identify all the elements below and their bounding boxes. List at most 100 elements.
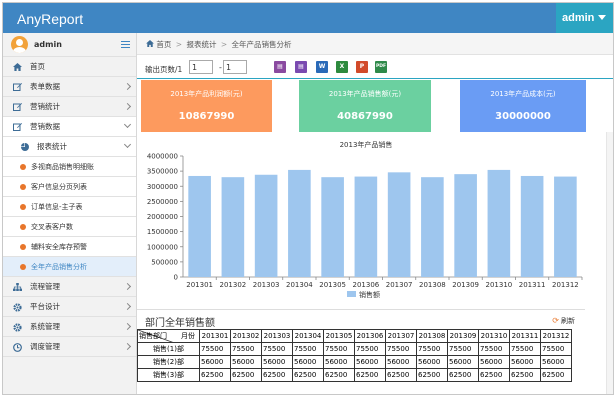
sidebar-item-label: 客户信息分页列表 (31, 183, 87, 191)
sidebar-item-order-info[interactable]: 订单信息-主子表 (3, 197, 136, 217)
page-range-dash: - (219, 63, 222, 72)
sidebar-item-stock-warning[interactable]: 辅料安全库存预警 (3, 237, 136, 257)
column-header: 201307 (385, 329, 417, 343)
gear-icon (13, 303, 22, 312)
chart-bar (221, 177, 245, 277)
sidebar-item-marketing-stats[interactable]: 营销统计 (3, 97, 136, 117)
y-tick-label: 3500000 (147, 168, 178, 176)
sidebar-item-form-data[interactable]: 表单数据 (3, 77, 136, 97)
table-cell: 62500 (385, 368, 417, 382)
y-tick-label: 4000000 (147, 153, 178, 161)
x-tick-label: 201310 (486, 281, 513, 289)
word-export-icon[interactable]: W (316, 61, 328, 73)
user-menu-dropdown[interactable]: admin (556, 3, 613, 33)
table-header-row: 月份 销售部门 201301 201302 201303 201304 201305 2013… (137, 329, 572, 343)
y-tick-label: 0 (174, 274, 178, 282)
table-cell: 62500 (323, 368, 355, 382)
table-title: 部门全年销售额 (145, 318, 215, 329)
x-tick-label: 201306 (353, 281, 380, 289)
breadcrumb-report-stats[interactable]: 报表统计 (186, 40, 216, 49)
chevron-down-icon (123, 120, 132, 129)
table-cell: 75500 (478, 342, 510, 356)
column-header: 201309 (447, 329, 479, 343)
table-cell: 62500 (540, 368, 572, 382)
excel-export-icon[interactable]: X (336, 61, 348, 73)
edit-icon (13, 123, 22, 131)
sidebar-item-platform-design[interactable]: 平台设计 (3, 297, 136, 317)
x-tick-label: 201301 (186, 281, 213, 289)
sidebar-item-label: 调度管理 (30, 342, 60, 351)
sidebar-item-system-admin[interactable]: 系统管理 (3, 317, 136, 337)
column-header: 201302 (230, 329, 262, 343)
table-cell: 75500 (354, 342, 386, 356)
powerpoint-export-icon[interactable]: P (356, 61, 368, 73)
print-icon[interactable]: ▤ (274, 61, 286, 73)
table-cell: 75500 (447, 342, 479, 356)
sidebar-item-annual-sales[interactable]: 全年产品销售分析 (3, 257, 136, 277)
brand-logo[interactable]: AnyReport (17, 11, 83, 27)
avatar[interactable] (11, 36, 28, 53)
table-row: 销售(2)部 56000 56000 56000 56000 56000 56000 5600… (137, 355, 572, 369)
sidebar-item-home[interactable]: 首页 (3, 57, 136, 77)
sidebar-item-product-sales-detail[interactable]: 多视商品销售明细账 (3, 157, 136, 177)
column-header: 201306 (354, 329, 386, 343)
legend-label: 销售额 (359, 290, 380, 299)
page-to-input[interactable] (223, 60, 247, 74)
gear-icon (13, 323, 22, 332)
sidebar-item-label: 首页 (30, 62, 45, 71)
y-tick-label: 3000000 (147, 183, 178, 191)
table-cell: 75500 (292, 342, 324, 356)
print-preview-icon[interactable]: ▤ (295, 61, 307, 73)
sidebar-item-label: 订单信息-主子表 (31, 203, 83, 211)
sidebar-submenu: 报表统计 多视商品销售明细账 客户信息分页列表 订单信息-主子表 交叉表客户数 … (3, 137, 136, 277)
main-content: 首页 > 报表统计 > 全年产品销售分析 输出页数/1 - ▤ ▤ W X P … (137, 33, 613, 394)
home-icon (146, 40, 154, 49)
sidebar-item-marketing-data[interactable]: 营销数据 (3, 117, 136, 137)
sidebar-item-workflow[interactable]: 流程管理 (3, 277, 136, 297)
sidebar-user-name: admin (34, 40, 62, 49)
y-tick-label: 1000000 (147, 243, 178, 251)
caret-down-icon (598, 15, 607, 20)
sidebar-item-label: 流程管理 (30, 282, 60, 291)
table-cell: 75500 (261, 342, 293, 356)
table-cell: 75500 (323, 342, 355, 356)
top-navbar: AnyReport admin (3, 3, 613, 33)
table-cell: 62500 (230, 368, 262, 382)
breadcrumb-current: 全年产品销售分析 (231, 40, 292, 49)
pdf-export-icon[interactable]: PDF (375, 61, 387, 73)
table-header-bar: 部门全年销售额 ⟳ 刷新 (137, 309, 585, 329)
chevron-right-icon (123, 302, 132, 311)
kpi-label: 2013年产品成本(元) (490, 90, 556, 98)
y-tick-label: 2000000 (147, 213, 178, 221)
sidebar-item-label: 报表统计 (37, 142, 67, 151)
pages-label: 输出页数/1 (145, 65, 183, 74)
sidebar-item-scheduler[interactable]: 调度管理 (3, 337, 136, 357)
sidebar-item-customer-list[interactable]: 客户信息分页列表 (3, 177, 136, 197)
chart-bar (387, 172, 411, 277)
x-tick-label: 201302 (220, 281, 247, 289)
sidebar-item-label: 平台设计 (30, 302, 60, 311)
column-header: 201305 (323, 329, 355, 343)
table-cell: 75500 (540, 342, 572, 356)
refresh-button[interactable]: ⟳ 刷新 (552, 316, 575, 326)
x-tick-label: 201309 (452, 281, 479, 289)
kpi-label: 2013年产品销售额(元) (328, 90, 402, 98)
corner-row-label: 销售部门 (139, 332, 167, 340)
y-tick-label: 2500000 (147, 198, 178, 206)
menu-toggle-icon[interactable] (121, 41, 130, 48)
table-cell: 75500 (230, 342, 262, 356)
chart-canvas: 0 500000 1000000 1500000 2000000 2500000 30000… (147, 153, 583, 299)
table-cell: 75500 (199, 342, 231, 356)
table-cell: 56000 (354, 355, 386, 369)
table-cell: 62500 (354, 368, 386, 382)
chart-bar (520, 175, 544, 277)
sidebar-item-label: 营销数据 (30, 122, 60, 131)
sidebar-item-report-stats[interactable]: 报表统计 (3, 137, 136, 157)
sidebar-item-label: 多视商品销售明细账 (31, 163, 94, 171)
user-menu-label: admin (562, 12, 595, 24)
breadcrumb-home[interactable]: 首页 (156, 40, 171, 49)
vertical-scrollbar[interactable] (606, 132, 613, 394)
page-from-input[interactable] (189, 60, 213, 74)
sidebar-item-crosstab-customers[interactable]: 交叉表客户数 (3, 217, 136, 237)
sidebar-item-label: 营销统计 (30, 102, 60, 111)
